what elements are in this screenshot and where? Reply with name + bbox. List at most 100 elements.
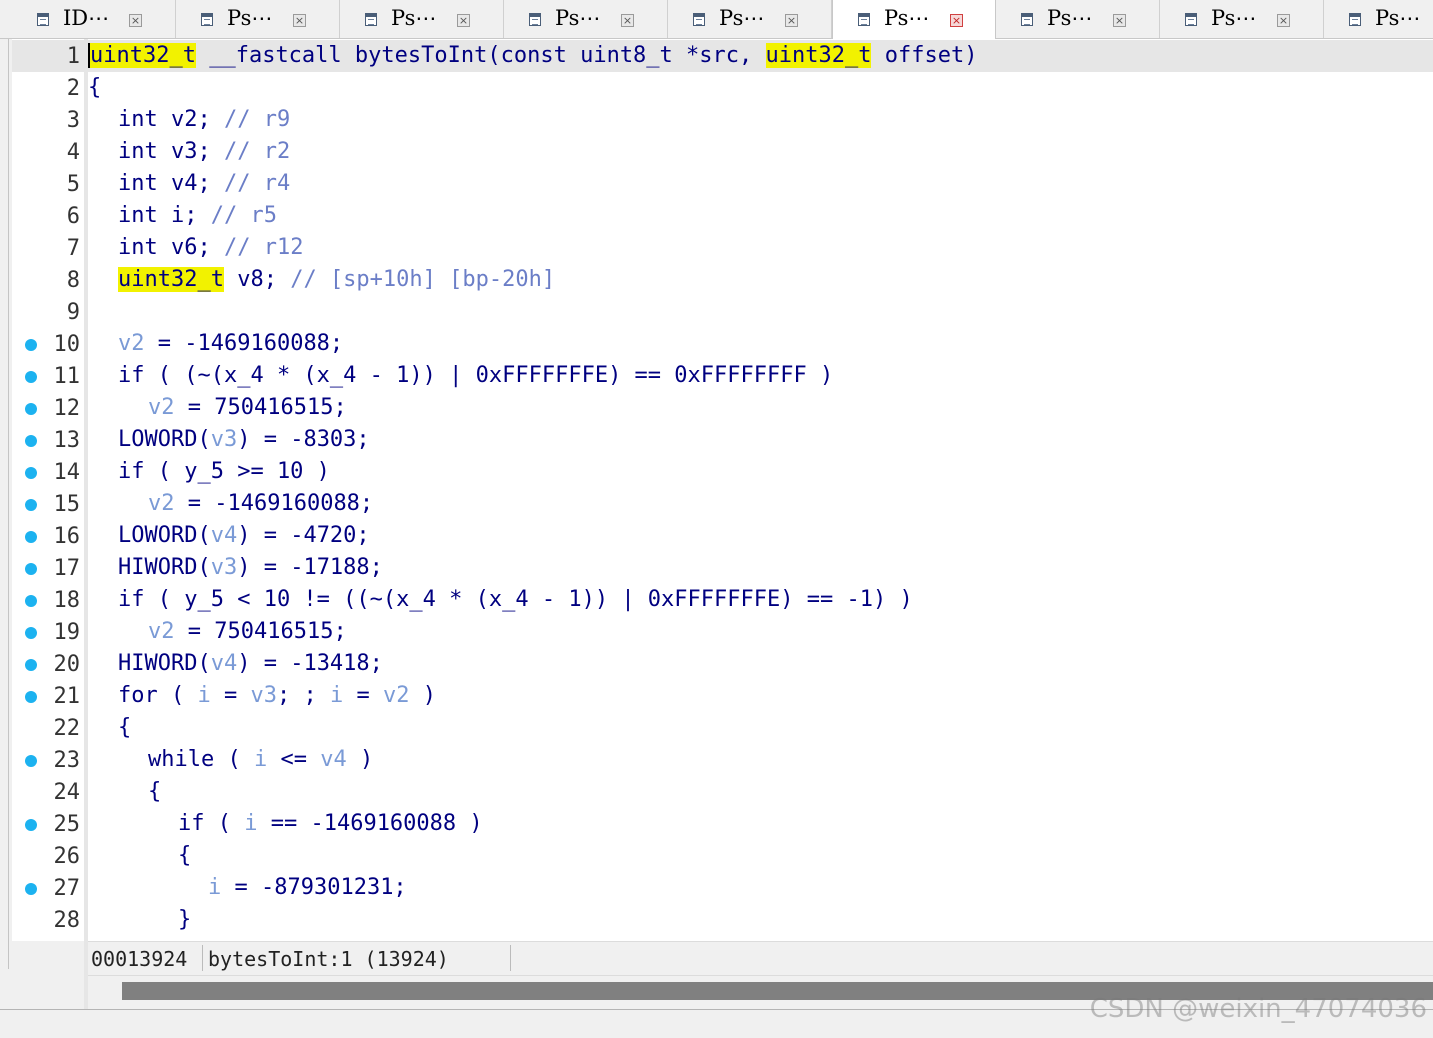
code-token: v2 (148, 491, 175, 516)
gutter-border (84, 39, 88, 1009)
code-line[interactable]: 22 { (12, 712, 1433, 744)
code-line[interactable]: 18 if ( y_5 < 10 != ((~(x_4 * (x_4 - 1)) … (12, 584, 1433, 616)
code-line[interactable]: 7 int v6; // r12 (12, 232, 1433, 264)
tab-4[interactable]: Ps⋯ × (668, 0, 832, 38)
code-token: v4 (210, 651, 238, 676)
code-line[interactable]: 6 int i; // r5 (12, 200, 1433, 232)
close-icon[interactable]: × (129, 14, 142, 27)
code-line[interactable]: 21 for ( i = v3; ; i = v2 ) (12, 680, 1433, 712)
code-line[interactable]: 28} (12, 904, 1433, 936)
code-token: } (178, 907, 192, 932)
code-token: v3 (210, 555, 238, 580)
code-text[interactable]: int v2; // r9 (118, 107, 290, 132)
code-line[interactable]: 13 LOWORD(v3) = -8303; (12, 424, 1433, 456)
code-text[interactable]: int v3; // r2 (118, 139, 290, 164)
code-token: LOWORD( (118, 427, 211, 452)
pseudocode-editor[interactable]: 1 uint32_t __fastcall bytesToInt(const ui… (12, 39, 1433, 941)
code-line[interactable]: 24 { (12, 776, 1433, 808)
code-text[interactable]: i = -879301231; (208, 875, 407, 900)
line-number: 19 (53, 620, 81, 645)
code-line[interactable]: 12 v2 = 750416515; (12, 392, 1433, 424)
code-line[interactable]: 3 int v2; // r9 (12, 104, 1433, 136)
code-text[interactable]: LOWORD(v4) = -4720; (118, 523, 370, 548)
code-line[interactable]: 5 int v4; // r4 (12, 168, 1433, 200)
highlighted-token: uint32_t (88, 43, 196, 68)
close-icon[interactable]: × (785, 14, 798, 27)
code-text[interactable]: v2 = 750416515; (148, 395, 347, 420)
close-icon[interactable]: × (621, 14, 634, 27)
code-token: HIWORD( (118, 651, 211, 676)
code-line[interactable]: 17 HIWORD(v3) = -17188; (12, 552, 1433, 584)
close-icon[interactable]: × (293, 14, 306, 27)
code-token: = 750416515; (174, 619, 347, 644)
code-text[interactable]: } (178, 907, 191, 932)
code-text[interactable]: { (118, 715, 131, 740)
code-line[interactable]: 8 uint32_t v8; // [sp+10h] [bp-20h] (12, 264, 1433, 296)
tab-label: Ps⋯ (227, 6, 273, 30)
pseudocode-view-icon (1021, 13, 1033, 26)
code-line[interactable]: 10 v2 = -1469160088; (12, 328, 1433, 360)
code-text[interactable]: if ( i == -1469160088 ) (178, 811, 483, 836)
code-line[interactable]: 15 v2 = -1469160088; (12, 488, 1433, 520)
code-text[interactable]: int v6; // r12 (118, 235, 303, 260)
code-text[interactable]: { (148, 779, 161, 804)
tab-1[interactable]: Ps⋯ × (176, 0, 340, 38)
line-number: 14 (53, 460, 81, 485)
close-icon[interactable]: × (457, 14, 470, 27)
close-icon[interactable]: × (950, 14, 963, 27)
code-token: { (148, 779, 162, 804)
close-icon[interactable]: × (1113, 14, 1126, 27)
tab-label: Ps⋯ (884, 6, 930, 30)
tab-7[interactable]: Ps⋯ × (1160, 0, 1324, 38)
code-text[interactable]: if ( y_5 >= 10 ) (118, 459, 330, 484)
pseudocode-view-icon (365, 13, 377, 26)
code-text[interactable]: HIWORD(v4) = -13418; (118, 651, 383, 676)
code-line[interactable]: 26 { (12, 840, 1433, 872)
code-text[interactable]: v2 = -1469160088; (148, 491, 373, 516)
code-text[interactable]: HIWORD(v3) = -17188; (118, 555, 383, 580)
code-line[interactable]: 11 if ( (~(x_4 * (x_4 - 1)) | 0xFFFFFFFE)… (12, 360, 1433, 392)
code-line[interactable]: 14 if ( y_5 >= 10 ) (12, 456, 1433, 488)
line-number: 4 (66, 140, 80, 165)
code-text[interactable]: v2 = -1469160088; (118, 331, 343, 356)
code-line[interactable]: 4 int v3; // r2 (12, 136, 1433, 168)
code-line[interactable]: 1 uint32_t __fastcall bytesToInt(const ui… (12, 40, 1433, 72)
code-text[interactable]: { (178, 843, 191, 868)
code-token: int v4; (118, 171, 224, 196)
tab-6[interactable]: Ps⋯ × (996, 0, 1160, 38)
code-text[interactable]: v2 = 750416515; (148, 619, 347, 644)
code-token: // r4 (223, 171, 291, 196)
line-number: 28 (53, 908, 81, 933)
line-number: 1 (66, 44, 80, 69)
code-line[interactable]: 19 v2 = 750416515; (12, 616, 1433, 648)
code-line[interactable]: 25 if ( i == -1469160088 ) (12, 808, 1433, 840)
code-text[interactable]: if ( y_5 < 10 != ((~(x_4 * (x_4 - 1)) | … (118, 587, 913, 612)
code-token: v2 (118, 331, 145, 356)
code-line[interactable]: 23 while ( i <= v4 ) (12, 744, 1433, 776)
status-separator (510, 945, 511, 971)
code-line[interactable]: 20 HIWORD(v4) = -13418; (12, 648, 1433, 680)
tab-pseudocode-active[interactable]: Ps⋯ × (832, 0, 996, 39)
code-text[interactable]: LOWORD(v3) = -8303; (118, 427, 370, 452)
code-text[interactable]: { (88, 75, 101, 100)
pseudocode-view-icon (1185, 13, 1197, 26)
tab-2[interactable]: Ps⋯ × (340, 0, 504, 38)
code-line[interactable]: 9 (12, 296, 1433, 328)
close-icon[interactable]: × (1277, 14, 1290, 27)
code-text[interactable]: int v4; // r4 (118, 171, 290, 196)
tab-0[interactable]: ID⋯ × (12, 0, 176, 38)
tab-8[interactable]: Ps⋯× (1324, 0, 1433, 38)
tab-3[interactable]: Ps⋯ × (504, 0, 668, 38)
code-text[interactable]: while ( i <= v4 ) (148, 747, 373, 772)
code-token: ; ; (276, 683, 330, 708)
code-text[interactable]: if ( (~(x_4 * (x_4 - 1)) | 0xFFFFFFFE) =… (118, 363, 833, 388)
code-line[interactable]: 2{ (12, 72, 1433, 104)
code-token: __fastcall bytesToInt(const uint8_t *src… (195, 43, 766, 68)
code-line[interactable]: 27 i = -879301231; (12, 872, 1433, 904)
code-text[interactable]: uint32_t v8; // [sp+10h] [bp-20h] (118, 267, 555, 292)
code-line[interactable]: 16 LOWORD(v4) = -4720; (12, 520, 1433, 552)
code-text[interactable]: uint32_t __fastcall bytesToInt(const uin… (88, 43, 977, 68)
watermark: CSDN @weixin_47074036 (1089, 994, 1427, 1024)
code-text[interactable]: for ( i = v3; ; i = v2 ) (118, 683, 436, 708)
code-text[interactable]: int i; // r5 (118, 203, 277, 228)
